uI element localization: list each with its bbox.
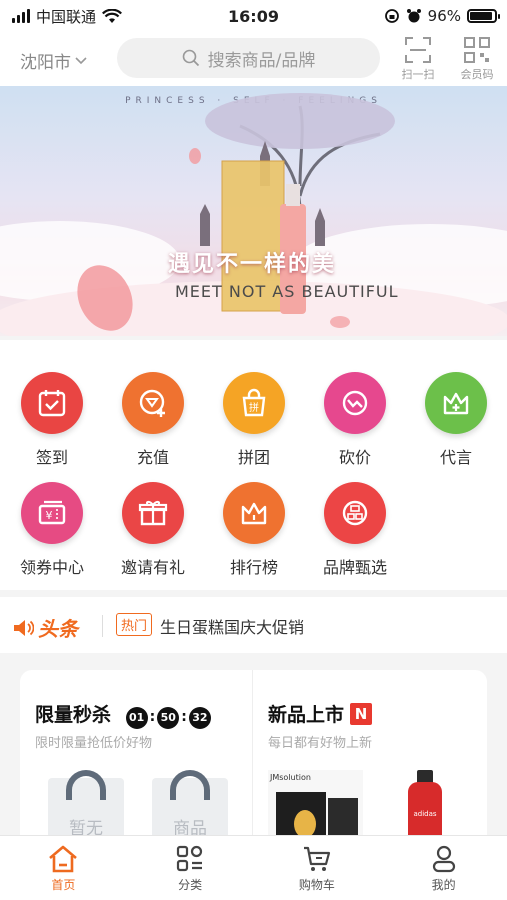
search-input[interactable]: 搜索商品/品牌: [117, 38, 380, 78]
menu-item-checkin[interactable]: 签到: [2, 372, 102, 468]
new-badge: N: [350, 703, 373, 725]
city-name: 沈阳市: [20, 53, 71, 73]
tab-cart[interactable]: 购物车: [254, 836, 381, 900]
mask-gold-image: [294, 810, 316, 838]
scan-icon: [405, 37, 431, 63]
city-selector[interactable]: 沈阳市: [20, 48, 87, 73]
menu-item-label: 代言: [439, 448, 472, 467]
menu-item-bargain[interactable]: 砍价: [305, 372, 405, 468]
tab-home[interactable]: 首页: [0, 836, 127, 900]
menu-item-label: 签到: [35, 448, 68, 467]
member-code-label: 会员码: [460, 68, 494, 81]
flash-sale-title: 限量秒杀 01:50:32: [35, 700, 211, 729]
home-icon: [49, 845, 78, 873]
rotation-lock-icon: [384, 9, 399, 23]
menu-item-invite[interactable]: 邀请有礼: [103, 482, 203, 578]
scan-button[interactable]: 扫一扫: [395, 36, 441, 82]
category-icon: [177, 845, 203, 872]
promo-banner[interactable]: PRINCESS · SELF · FEELINGS 遇见不一样的美 MEET …: [0, 86, 507, 336]
crown-plus-icon: [425, 372, 487, 434]
crown-icon: [223, 482, 285, 544]
menu-item-recharge[interactable]: 充值: [103, 372, 203, 468]
bargain-icon: [324, 372, 386, 434]
flash-sale-subtitle: 限时限量抢低价好物: [35, 736, 153, 751]
countdown-timer: 01:50:32: [125, 704, 211, 729]
svg-text:拼: 拼: [249, 401, 259, 414]
new-arrivals-card[interactable]: 新品上市 N 每日都有好物上新 JMsolution adidas: [254, 670, 487, 845]
banner-headline-en: MEET NOT AS BEAUTIFUL: [175, 282, 399, 301]
hot-tag: 热门: [116, 613, 153, 636]
cart-icon: [303, 846, 330, 871]
brand-badge-icon: [324, 482, 386, 544]
product-thumb-mask[interactable]: JMsolution: [268, 770, 363, 845]
countdown-colon: :: [149, 709, 156, 725]
new-arrivals-subtitle: 每日都有好物上新: [268, 736, 373, 751]
qr-code-icon: [464, 37, 490, 63]
chevron-down-icon: [75, 56, 87, 64]
menu-item-endorse[interactable]: 代言: [406, 372, 506, 468]
new-arrivals-title-text: 新品上市: [268, 704, 345, 726]
news-headline[interactable]: 生日蛋糕国庆大促销: [160, 614, 304, 638]
tab-category[interactable]: 分类: [127, 836, 254, 900]
headline-logo: 头条: [12, 613, 78, 642]
status-bar: 中国联通 16:09 96%: [0, 0, 507, 32]
tab-label: 购物车: [298, 878, 335, 892]
coupon-icon: ¥: [21, 482, 83, 544]
battery-icon: [467, 9, 500, 23]
search-placeholder: 搜索商品/品牌: [207, 50, 316, 71]
flash-sale-card[interactable]: 限量秒杀 01:50:32 限时限量抢低价好物 暂无 商品: [20, 670, 253, 845]
news-divider: [102, 615, 103, 637]
bottle-brand: adidas: [413, 810, 437, 818]
tab-label: 首页: [51, 878, 76, 892]
countdown-hours: 01: [125, 707, 148, 729]
menu-item-brand-select[interactable]: 品牌甄选: [305, 482, 405, 578]
new-arrivals-title: 新品上市 N: [268, 700, 373, 727]
menu-item-label: 排行榜: [229, 558, 278, 577]
menu-item-label: 砍价: [338, 448, 371, 467]
quick-menu: 签到 充值 拼 拼团 砍价 代言 ¥ 领券中心 邀请有礼 排行榜 品牌甄选: [0, 340, 507, 590]
calendar-check-icon: [21, 372, 83, 434]
recharge-icon: [122, 372, 184, 434]
tab-profile[interactable]: 我的: [380, 836, 507, 900]
search-icon: [182, 49, 199, 67]
menu-item-coupon-center[interactable]: ¥ 领券中心: [2, 482, 102, 578]
bag-handle-icon: [170, 770, 210, 800]
countdown-seconds: 32: [188, 707, 211, 729]
user-icon: [432, 845, 455, 873]
speaker-icon: [14, 619, 34, 636]
menu-item-label: 邀请有礼: [120, 558, 185, 577]
tab-label: 我的: [431, 878, 456, 892]
promo-cards: 限量秒杀 01:50:32 限时限量抢低价好物 暂无 商品 新品上市 N 每日都有…: [20, 670, 487, 845]
svg-text:¥: ¥: [46, 509, 53, 522]
menu-item-label: 领券中心: [19, 558, 84, 577]
menu-item-label: 拼团: [237, 448, 270, 467]
countdown-colon: :: [181, 709, 187, 725]
search-header: 沈阳市 搜索商品/品牌 扫一扫 会员码: [0, 32, 507, 86]
group-buy-bag-icon: 拼: [223, 372, 285, 434]
news-ticker[interactable]: 头条 热门 生日蛋糕国庆大促销: [0, 597, 507, 653]
scan-label: 扫一扫: [401, 68, 435, 81]
status-right: 96%: [384, 7, 500, 25]
bag-handle-icon: [66, 770, 106, 800]
flash-sale-title-text: 限量秒杀: [35, 704, 112, 726]
banner-headline-cn: 遇见不一样的美: [168, 252, 337, 277]
product-brand: JMsolution: [270, 773, 311, 782]
battery-percent: 96%: [427, 7, 461, 25]
product-thumb-bottle[interactable]: adidas: [402, 770, 448, 845]
countdown-minutes: 50: [157, 707, 180, 729]
tab-label: 分类: [178, 878, 203, 892]
menu-item-ranking[interactable]: 排行榜: [204, 482, 304, 578]
alarm-icon: [406, 9, 421, 23]
member-code-button[interactable]: 会员码: [454, 36, 500, 82]
menu-item-label: 品牌甄选: [322, 558, 387, 577]
bottom-tab-bar: 首页 分类 购物车 我的: [0, 835, 507, 900]
gift-icon: [122, 482, 184, 544]
headline-logo-text: 头条: [38, 617, 78, 641]
menu-item-label: 充值: [136, 448, 169, 467]
menu-item-group-buy[interactable]: 拼 拼团: [204, 372, 304, 468]
